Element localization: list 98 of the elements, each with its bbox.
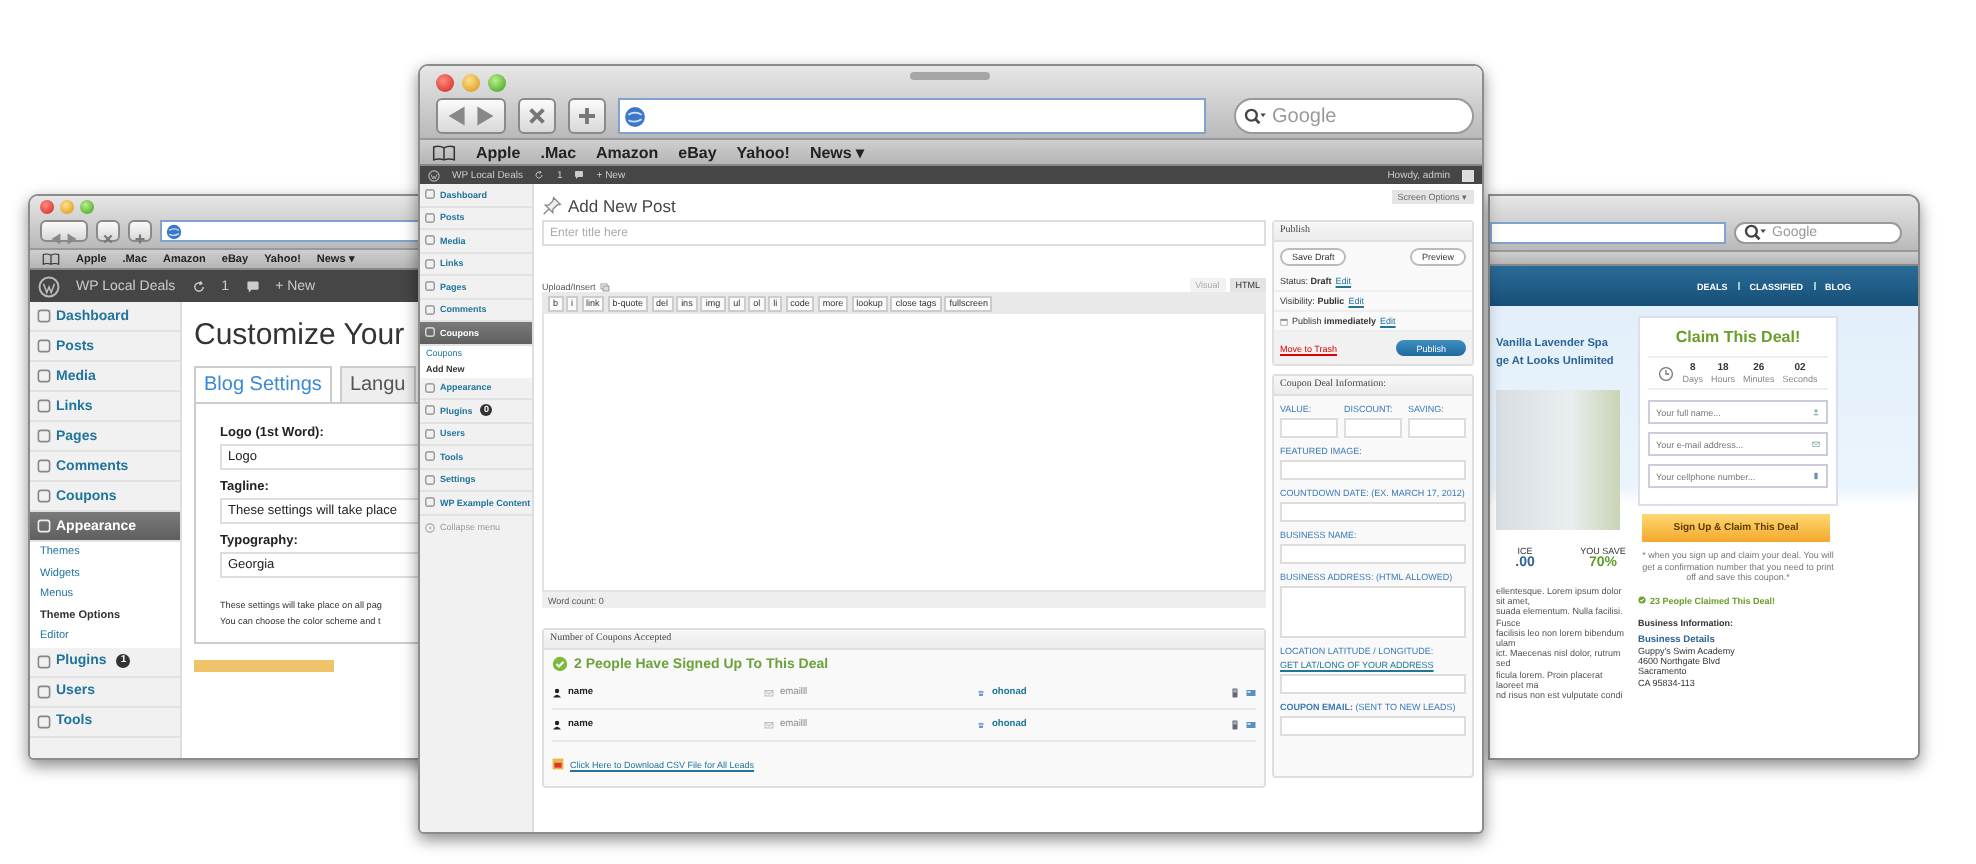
speech-bubble-icon[interactable] bbox=[245, 279, 260, 293]
circle-arrow-icon bbox=[424, 521, 436, 533]
text-field[interactable] bbox=[1280, 460, 1466, 480]
square-icon bbox=[424, 303, 436, 316]
square-icon bbox=[424, 473, 436, 486]
card-icon bbox=[1246, 720, 1256, 730]
square-icon bbox=[36, 683, 52, 699]
back-forward-button[interactable] bbox=[40, 220, 88, 242]
minimize-window-button[interactable] bbox=[60, 200, 74, 214]
square-icon bbox=[36, 368, 52, 384]
mobile-phone-icon bbox=[1230, 688, 1240, 698]
close-window-button[interactable] bbox=[436, 74, 454, 92]
clock-icon bbox=[1658, 365, 1675, 381]
square-icon bbox=[424, 326, 436, 339]
add-bookmark-button[interactable] bbox=[128, 220, 152, 242]
bookmark-link[interactable]: Yahoo! bbox=[736, 143, 790, 161]
envelope-icon bbox=[764, 720, 774, 730]
avatar-placeholder bbox=[1462, 169, 1474, 181]
settings-tab[interactable]: Langu bbox=[339, 366, 416, 402]
page-heading: Add New Post bbox=[568, 195, 676, 215]
address-field[interactable] bbox=[160, 220, 422, 242]
square-icon bbox=[36, 518, 52, 534]
wordpress-logo-icon bbox=[428, 169, 440, 181]
page-heading: Customize Your bbox=[194, 318, 407, 352]
zoom-window-button[interactable] bbox=[488, 74, 506, 92]
globe-icon bbox=[624, 105, 646, 127]
check-circle-icon bbox=[1638, 596, 1646, 604]
text-field[interactable] bbox=[1280, 674, 1466, 694]
add-bookmark-button[interactable] bbox=[568, 98, 606, 134]
bookmark-link[interactable]: News ▾ bbox=[809, 143, 865, 161]
close-icon bbox=[98, 230, 118, 248]
book-icon bbox=[432, 143, 456, 161]
square-icon bbox=[36, 458, 52, 474]
text-area[interactable] bbox=[1280, 586, 1466, 638]
square-icon bbox=[36, 398, 52, 414]
claim-title: Claim This Deal! bbox=[1673, 328, 1803, 346]
person-icon bbox=[552, 720, 562, 730]
square-icon bbox=[424, 234, 436, 247]
photo-placeholder bbox=[1496, 390, 1620, 530]
spreadsheet-icon bbox=[552, 758, 564, 770]
envelope-icon bbox=[764, 688, 774, 698]
address-field[interactable] bbox=[618, 98, 1206, 134]
square-icon bbox=[36, 488, 52, 504]
search-icon bbox=[1244, 107, 1266, 125]
card-icon bbox=[1246, 688, 1256, 698]
square-icon bbox=[424, 404, 436, 417]
close-window-button[interactable] bbox=[40, 200, 54, 214]
text-field[interactable] bbox=[1280, 716, 1466, 736]
stop-button[interactable] bbox=[518, 98, 556, 134]
stop-button[interactable] bbox=[96, 220, 120, 242]
square-icon bbox=[424, 211, 436, 224]
calendar-icon bbox=[1280, 317, 1288, 325]
square-icon bbox=[36, 338, 52, 354]
square-icon bbox=[424, 427, 436, 440]
speech-bubble-icon[interactable] bbox=[574, 170, 585, 180]
bookmark-link[interactable]: Amazon bbox=[596, 143, 659, 161]
bookmark-link[interactable]: eBay bbox=[678, 143, 717, 161]
bookmark-link[interactable]: .Mac bbox=[540, 143, 577, 161]
square-icon bbox=[36, 713, 52, 729]
square-icon bbox=[36, 428, 52, 444]
person-icon bbox=[552, 688, 562, 698]
plus-icon bbox=[130, 230, 150, 248]
text-field[interactable] bbox=[1344, 418, 1402, 438]
media-icon[interactable] bbox=[599, 282, 610, 292]
square-icon bbox=[36, 308, 52, 324]
bookmark-link[interactable]: Apple bbox=[476, 143, 521, 161]
minimize-window-button[interactable] bbox=[462, 74, 480, 92]
square-icon bbox=[424, 450, 436, 463]
telephone-icon bbox=[976, 688, 986, 698]
check-circle-icon bbox=[552, 656, 568, 672]
blurred-title bbox=[910, 72, 990, 80]
square-icon bbox=[424, 381, 436, 394]
text-field[interactable] bbox=[1408, 418, 1466, 438]
settings-tab[interactable]: Blog Settings bbox=[194, 366, 332, 402]
book-icon bbox=[42, 252, 60, 266]
refresh-icon bbox=[191, 279, 206, 293]
address-field[interactable] bbox=[1490, 222, 1726, 244]
text-field[interactable] bbox=[1280, 502, 1466, 522]
globe-icon bbox=[166, 223, 182, 239]
square-icon bbox=[36, 653, 52, 669]
square-icon bbox=[424, 280, 436, 293]
text-field[interactable] bbox=[1280, 544, 1466, 564]
zoom-window-button[interactable] bbox=[80, 200, 94, 214]
pushpin-icon bbox=[542, 195, 562, 215]
mobile-phone-icon bbox=[1812, 472, 1820, 480]
back-forward-button[interactable] bbox=[436, 98, 506, 134]
wordpress-logo-icon bbox=[38, 275, 60, 297]
square-icon bbox=[424, 496, 436, 509]
telephone-icon bbox=[976, 720, 986, 730]
person-icon bbox=[1812, 408, 1820, 416]
mobile-phone-icon bbox=[1230, 720, 1240, 730]
square-icon bbox=[424, 188, 436, 201]
envelope-icon bbox=[1812, 440, 1820, 448]
refresh-icon bbox=[534, 170, 545, 180]
search-icon bbox=[1744, 224, 1766, 242]
square-icon bbox=[424, 257, 436, 270]
save-bar bbox=[194, 660, 334, 672]
text-field[interactable] bbox=[1280, 418, 1338, 438]
